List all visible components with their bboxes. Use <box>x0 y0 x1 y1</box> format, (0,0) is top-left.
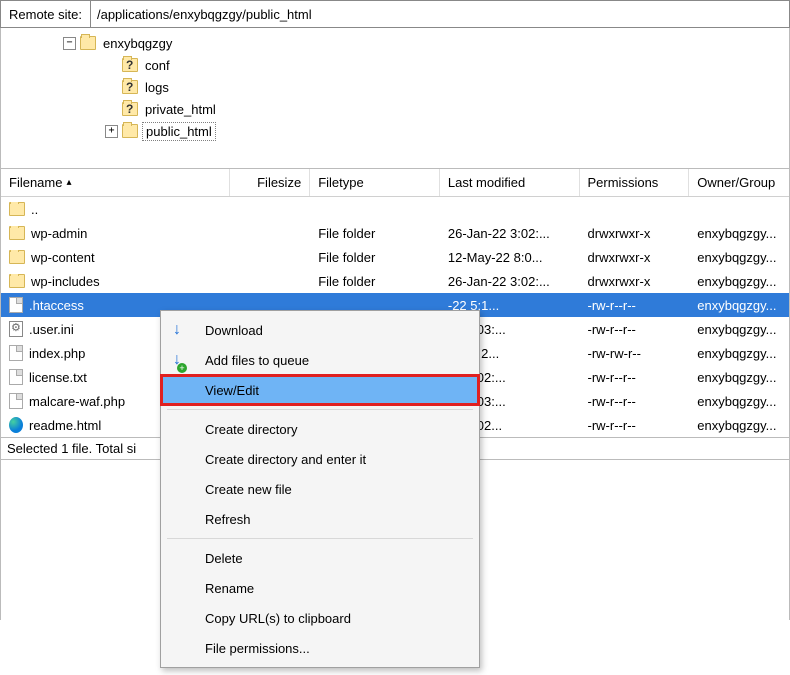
ctx-sep <box>167 409 473 410</box>
ctx-sep <box>167 538 473 539</box>
ctx-create-new-file[interactable]: Create new file <box>161 474 479 504</box>
folder-icon <box>122 124 138 138</box>
tree-collapse-icon[interactable]: − <box>63 37 76 50</box>
remote-path-bar: Remote site: <box>0 0 790 28</box>
cell-type: File folder <box>310 274 440 289</box>
folder-icon <box>80 36 96 50</box>
cell-perm: -rw-r--r-- <box>580 394 690 409</box>
cell-own: enxybqgzgy... <box>689 226 789 241</box>
filename-text: readme.html <box>29 418 101 433</box>
file-icon <box>9 369 23 385</box>
ctx-create-directory-enter[interactable]: Create directory and enter it <box>161 444 479 474</box>
file-row[interactable]: wp-content File folder12-May-22 8:0...drw… <box>1 245 789 269</box>
cell-perm: -rw-r--r-- <box>580 322 690 337</box>
config-file-icon <box>9 321 23 337</box>
tree-label: conf <box>142 57 173 74</box>
file-row[interactable]: .. <box>1 197 789 221</box>
file-row[interactable]: wp-includes File folder26-Jan-22 3:02:...… <box>1 269 789 293</box>
cell-type: File folder <box>310 226 440 241</box>
remote-site-label: Remote site: <box>1 1 91 27</box>
cell-filename: wp-content <box>1 250 230 265</box>
file-row[interactable]: wp-admin File folder26-Jan-22 3:02:...drw… <box>1 221 789 245</box>
cell-perm: drwxrwxr-x <box>580 250 690 265</box>
col-last-modified[interactable]: Last modified <box>440 169 580 196</box>
tree-label: enxybqgzgy <box>100 35 175 52</box>
cell-perm: drwxrwxr-x <box>580 226 690 241</box>
ctx-view-edit[interactable]: View/Edit <box>161 375 479 405</box>
col-filetype[interactable]: Filetype <box>310 169 440 196</box>
cell-own: enxybqgzgy... <box>689 250 789 265</box>
ctx-copy-urls[interactable]: Copy URL(s) to clipboard <box>161 603 479 633</box>
cell-perm: -rw-r--r-- <box>580 298 690 313</box>
folder-unknown-icon <box>122 58 138 72</box>
filename-text: .. <box>31 202 38 217</box>
list-header: Filename ▴ Filesize Filetype Last modifi… <box>1 169 789 197</box>
cell-filename: .. <box>1 202 230 217</box>
remote-path-input[interactable] <box>91 1 789 27</box>
ctx-delete[interactable]: Delete <box>161 543 479 573</box>
cell-mod: 12-May-22 8:0... <box>440 250 580 265</box>
file-icon <box>9 297 23 313</box>
tree-expand-icon[interactable]: + <box>105 125 118 138</box>
col-filesize[interactable]: Filesize <box>230 169 310 196</box>
col-permissions[interactable]: Permissions <box>580 169 690 196</box>
tree-label: logs <box>142 79 172 96</box>
ctx-add-to-queue[interactable]: + Add files to queue <box>161 345 479 375</box>
tree-node-root[interactable]: − enxybqgzgy <box>1 32 789 54</box>
html-file-icon <box>9 417 23 433</box>
ctx-refresh[interactable]: Refresh <box>161 504 479 534</box>
file-icon <box>9 345 23 361</box>
tree-node-conf[interactable]: conf <box>1 54 789 76</box>
cell-own: enxybqgzgy... <box>689 394 789 409</box>
filename-text: .htaccess <box>29 298 84 313</box>
tree-node-private-html[interactable]: private_html <box>1 98 789 120</box>
cell-own: enxybqgzgy... <box>689 298 789 313</box>
cell-own: enxybqgzgy... <box>689 346 789 361</box>
folder-unknown-icon <box>122 80 138 94</box>
cell-filename: wp-admin <box>1 226 230 241</box>
folder-icon <box>9 250 25 264</box>
col-filename[interactable]: Filename ▴ <box>1 169 230 196</box>
filename-text: malcare-waf.php <box>29 394 125 409</box>
cell-perm: drwxrwxr-x <box>580 274 690 289</box>
filename-text: wp-admin <box>31 226 87 241</box>
cell-perm: -rw-r--r-- <box>580 418 690 433</box>
filename-text: wp-includes <box>31 274 100 289</box>
cell-own: enxybqgzgy... <box>689 322 789 337</box>
filename-text: wp-content <box>31 250 95 265</box>
cell-mod: 26-Jan-22 3:02:... <box>440 274 580 289</box>
remote-tree: − enxybqgzgy conf logs private_html + pu… <box>0 28 790 168</box>
cell-type: File folder <box>310 250 440 265</box>
cell-filename: wp-includes <box>1 274 230 289</box>
folder-icon <box>9 274 25 288</box>
filename-text: license.txt <box>29 370 87 385</box>
col-owner-group[interactable]: Owner/Group <box>689 169 789 196</box>
ctx-file-permissions[interactable]: File permissions... <box>161 633 479 663</box>
filename-text: .user.ini <box>29 322 74 337</box>
context-menu: Download + Add files to queue View/Edit … <box>160 310 480 668</box>
tree-label: private_html <box>142 101 219 118</box>
ctx-download[interactable]: Download <box>161 315 479 345</box>
cell-own: enxybqgzgy... <box>689 418 789 433</box>
sort-asc-icon: ▴ <box>66 177 71 188</box>
ctx-create-directory[interactable]: Create directory <box>161 414 479 444</box>
cell-perm: -rw-rw-r-- <box>580 346 690 361</box>
cell-own: enxybqgzgy... <box>689 370 789 385</box>
cell-mod: 26-Jan-22 3:02:... <box>440 226 580 241</box>
ctx-rename[interactable]: Rename <box>161 573 479 603</box>
cell-perm: -rw-r--r-- <box>580 370 690 385</box>
add-queue-icon: + <box>173 351 181 369</box>
folder-unknown-icon <box>122 102 138 116</box>
filename-text: index.php <box>29 346 85 361</box>
tree-node-public-html[interactable]: + public_html <box>1 120 789 142</box>
cell-own: enxybqgzgy... <box>689 274 789 289</box>
folder-icon <box>9 226 25 240</box>
tree-node-logs[interactable]: logs <box>1 76 789 98</box>
download-icon <box>173 321 181 339</box>
file-icon <box>9 393 23 409</box>
folder-icon <box>9 202 25 216</box>
tree-label: public_html <box>142 122 216 141</box>
